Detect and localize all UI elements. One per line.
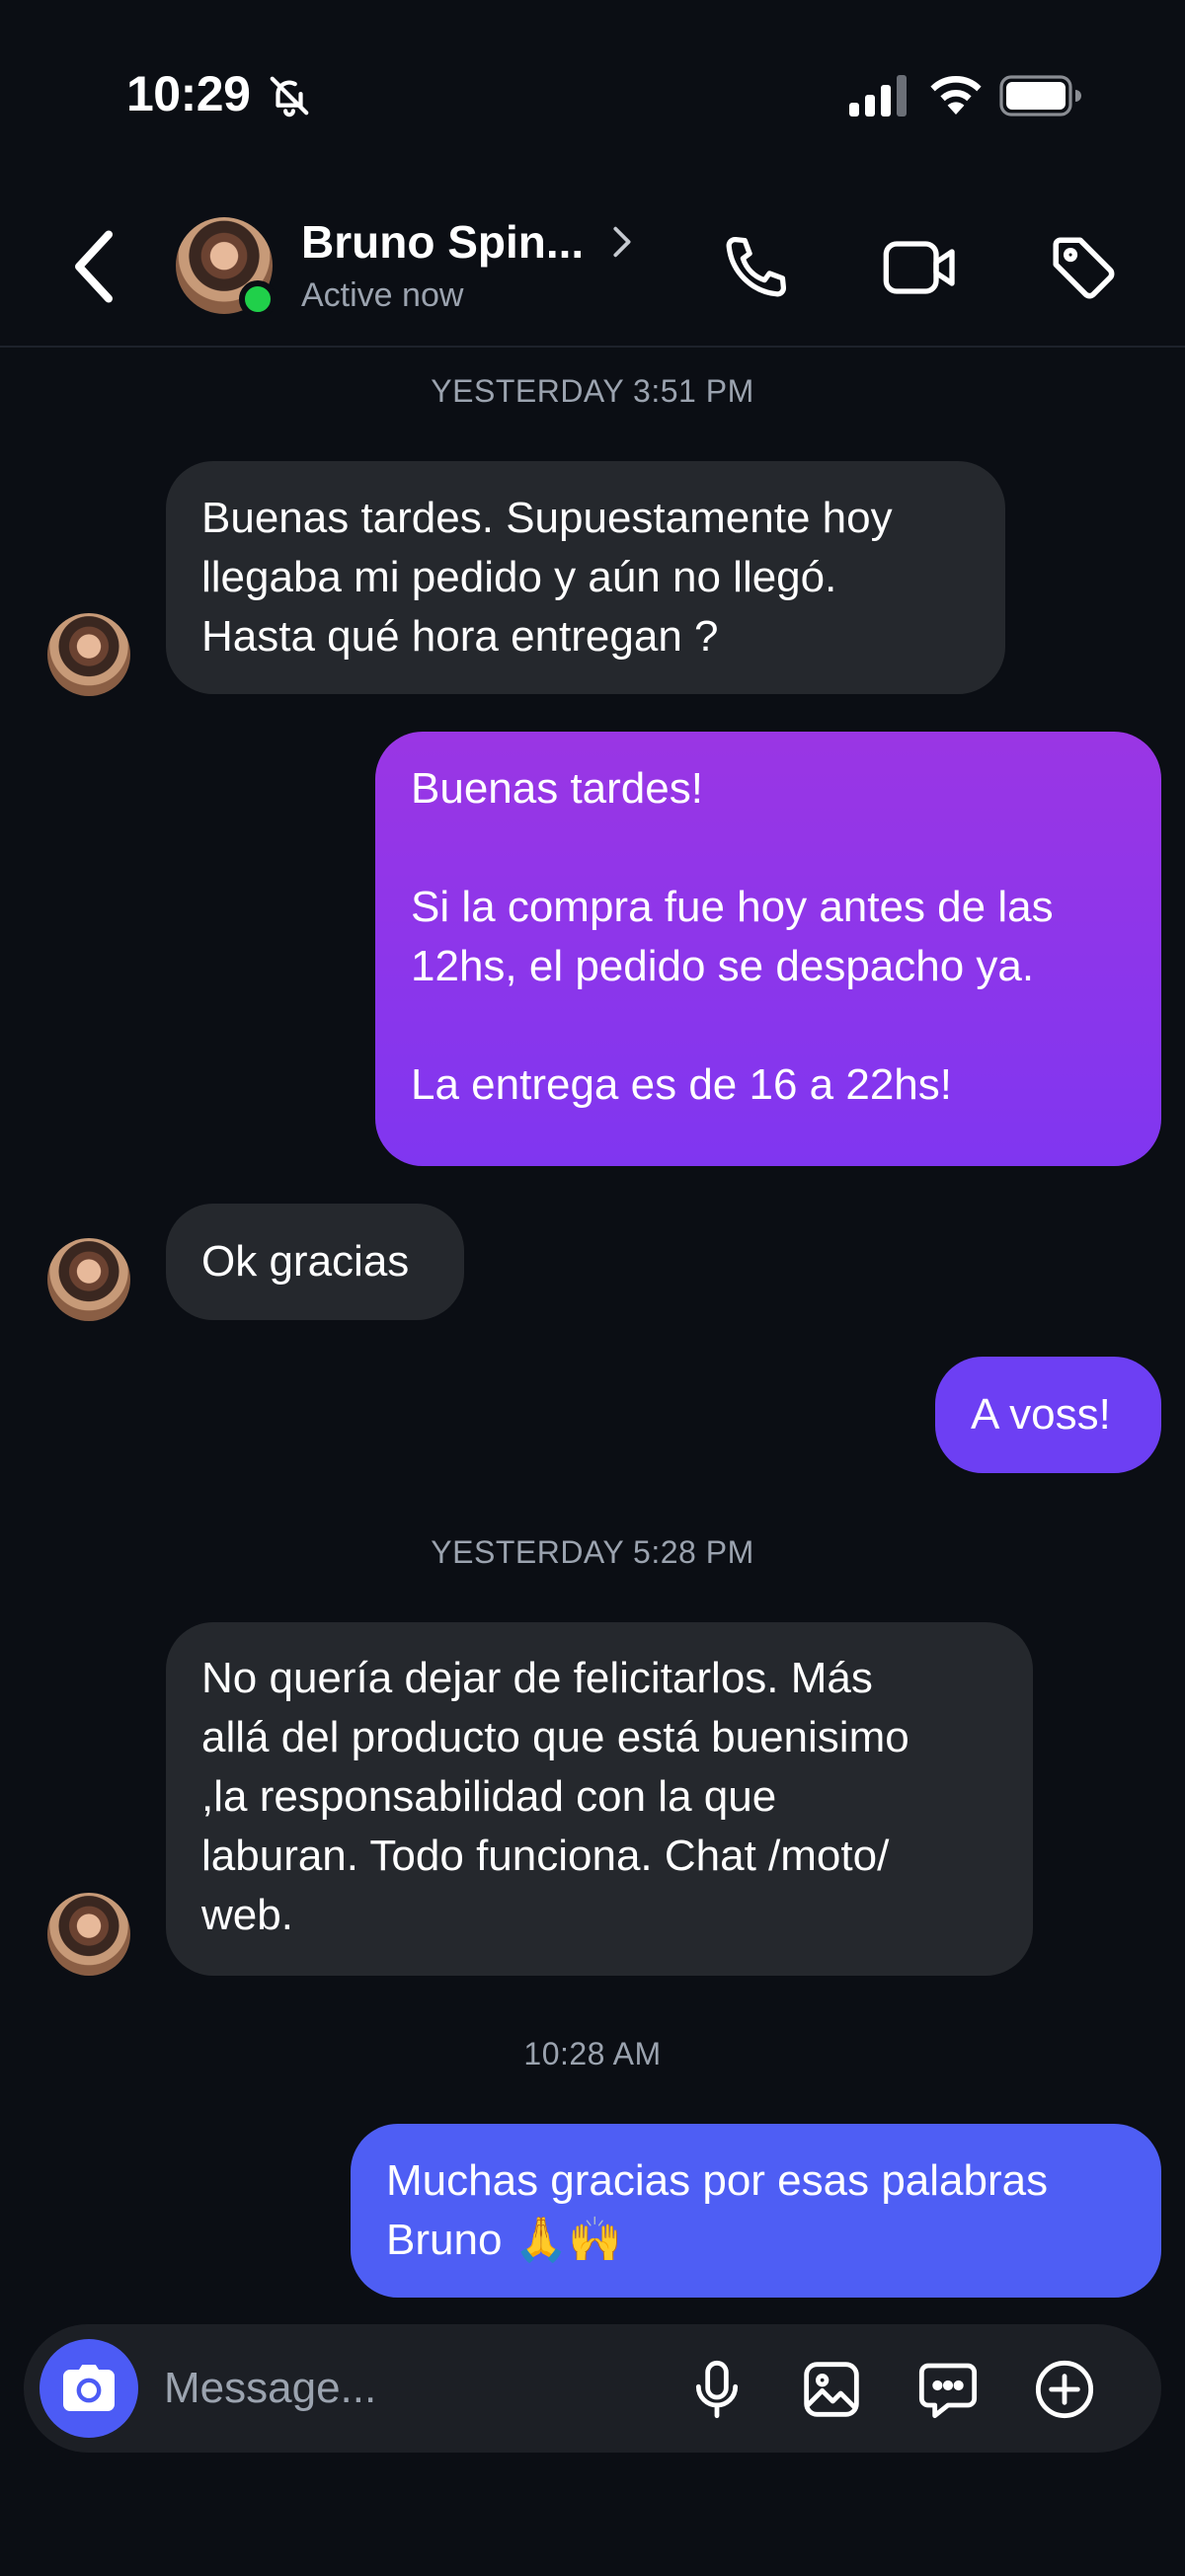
camera-button[interactable] bbox=[40, 2339, 138, 2438]
outgoing-message[interactable]: A voss! bbox=[935, 1357, 1161, 1473]
contact-status: Active now bbox=[301, 276, 464, 314]
avatar bbox=[47, 1893, 130, 1976]
battery-icon bbox=[999, 75, 1081, 117]
back-icon[interactable] bbox=[69, 227, 118, 306]
message-input[interactable] bbox=[164, 2356, 658, 2421]
online-indicator bbox=[239, 280, 276, 318]
wifi-icon bbox=[930, 75, 982, 115]
timestamp: YESTERDAY 5:28 PM bbox=[431, 1534, 754, 1570]
status-bar: 10:29 bbox=[0, 0, 1185, 188]
contact-name[interactable]: Bruno Spin... bbox=[301, 215, 584, 269]
camera-icon bbox=[63, 2365, 115, 2411]
incoming-message[interactable]: Ok gracias bbox=[166, 1204, 464, 1320]
signal-icon bbox=[849, 75, 907, 117]
incoming-message[interactable]: No quería dejar de felicitarlos. Más all… bbox=[166, 1622, 1033, 1976]
bell-off-icon bbox=[270, 76, 309, 117]
message-composer bbox=[24, 2324, 1161, 2453]
incoming-message[interactable]: Buenas tardes. Supuestamente hoy llegaba… bbox=[166, 461, 1005, 694]
image-icon[interactable] bbox=[800, 2358, 863, 2421]
microphone-icon[interactable] bbox=[685, 2358, 749, 2421]
sticker-icon[interactable] bbox=[916, 2358, 980, 2421]
outgoing-message[interactable]: Buenas tardes! Si la compra fue hoy ante… bbox=[375, 732, 1161, 1166]
timestamp: 10:28 AM bbox=[523, 2036, 662, 2071]
timestamp: YESTERDAY 3:51 PM bbox=[431, 373, 754, 409]
avatar bbox=[47, 1238, 130, 1321]
tag-icon[interactable] bbox=[1047, 231, 1120, 304]
plus-circle-icon[interactable] bbox=[1033, 2358, 1096, 2421]
contact-avatar[interactable] bbox=[176, 217, 276, 318]
phone-icon[interactable] bbox=[719, 231, 792, 304]
avatar bbox=[47, 613, 130, 696]
chat-header: Bruno Spin... Active now bbox=[0, 188, 1185, 348]
outgoing-message[interactable]: Muchas gracias por esas palabras Bruno 🙏… bbox=[351, 2124, 1161, 2298]
video-icon[interactable] bbox=[881, 235, 960, 300]
chevron-right-icon[interactable] bbox=[608, 223, 634, 261]
status-time: 10:29 bbox=[126, 66, 251, 121]
